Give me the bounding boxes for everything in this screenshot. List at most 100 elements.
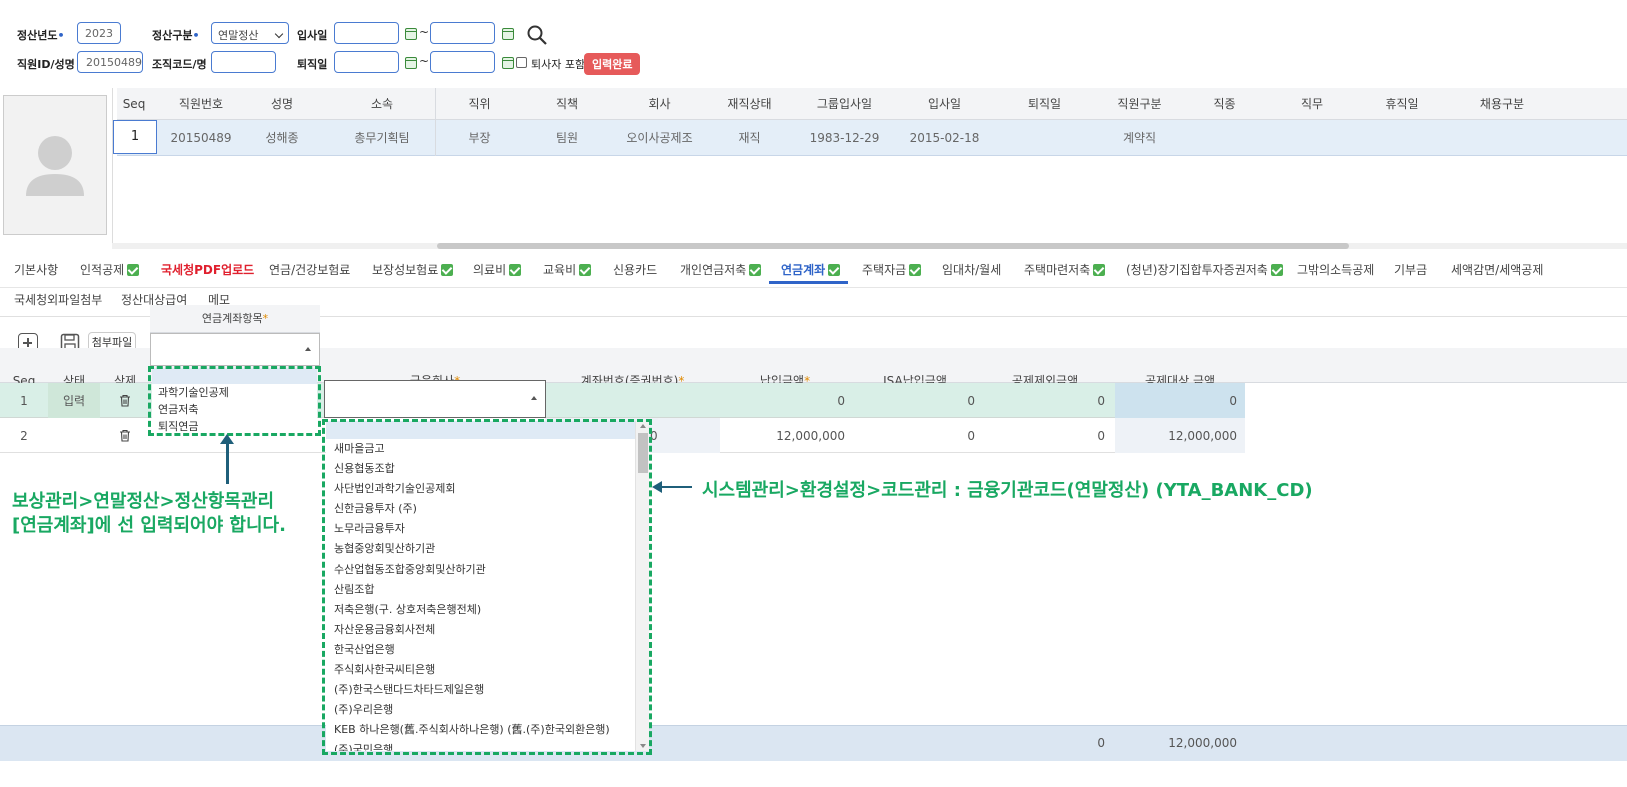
tab-label: (청년)장기집합투자증권저축	[1126, 263, 1268, 277]
tab-item[interactable]: 보장성보험료	[372, 261, 454, 278]
emp-cell: 재직	[738, 131, 761, 145]
tab-item[interactable]: 주택자금	[862, 261, 922, 278]
footer-target: 12,000,000	[1168, 736, 1237, 750]
emp-input[interactable]: 20150489	[77, 51, 143, 73]
tab-item[interactable]: 세액감면/세액공제	[1451, 261, 1543, 278]
tab-label: 주택마련저축	[1024, 263, 1091, 277]
tab-label: 개인연금저축	[680, 263, 747, 277]
search-icon[interactable]	[526, 24, 548, 46]
annotation-right: 시스템관리>환경설정>코드관리 : 금융기관코드(연말정산) (YTA_BANK…	[702, 480, 1313, 501]
check-icon	[749, 264, 762, 276]
org-label: 조직코드/명	[152, 58, 207, 71]
annotation-arrow-line	[226, 438, 229, 484]
tab-item[interactable]: 연금/건강보험료	[269, 261, 350, 278]
tab-item[interactable]: (청년)장기집합투자증권저축	[1126, 261, 1283, 278]
emp-col-header: 채용구분	[1479, 97, 1525, 111]
leave-to-input[interactable]	[430, 51, 495, 73]
tab-item[interactable]: 그밖의소득공제	[1297, 261, 1374, 278]
chevron-down-icon	[274, 29, 284, 39]
trash-icon[interactable]	[119, 394, 131, 407]
annotation-left-line1: 보상관리>연말정산>정산항목관리	[12, 491, 275, 512]
org-input[interactable]	[211, 51, 276, 73]
emp-col-header: 휴직일	[1385, 97, 1419, 111]
tab-label: 기부금	[1394, 263, 1428, 277]
tab-item[interactable]: 국세청PDF업로드	[161, 261, 254, 278]
emp-col-header: 직책	[555, 97, 579, 111]
trash-icon[interactable]	[119, 429, 131, 442]
scrollbar-thumb[interactable]	[437, 243, 1349, 249]
row-status: 입력	[62, 394, 86, 408]
tab-item[interactable]: 의료비	[473, 261, 522, 278]
emp-cell: 1983-12-29	[809, 131, 880, 145]
row-amount: 0	[837, 394, 845, 408]
emp-col-header: 직무	[1300, 97, 1324, 111]
calendar-icon[interactable]	[502, 28, 514, 40]
emp-label: 직원ID/성명	[17, 58, 75, 71]
check-icon	[127, 264, 140, 276]
year-input[interactable]: 2023	[77, 22, 121, 44]
hire-to-input[interactable]	[430, 22, 495, 44]
row-seq: 1	[20, 394, 28, 408]
tab-item[interactable]: 국세청외파일첨부	[14, 291, 102, 308]
tab-item[interactable]: 연금계좌	[781, 261, 841, 278]
item-select[interactable]	[150, 333, 320, 366]
emp-col-header: 직원구분	[1117, 97, 1162, 111]
emp-col-header: 그룹입사일	[816, 97, 873, 111]
range-tilde: ~	[419, 25, 430, 39]
emp-col-header: 직원번호	[178, 97, 224, 111]
tab-label: 연금/건강보험료	[269, 263, 351, 277]
tab-item[interactable]: 주택마련저축	[1024, 261, 1106, 278]
tab-item[interactable]: 기부금	[1394, 261, 1427, 278]
tab-item[interactable]: 기본사항	[14, 261, 58, 278]
hire-from-input[interactable]	[334, 22, 399, 44]
tab-label: 의료비	[473, 263, 507, 277]
emp-col-header: 퇴직일	[1027, 97, 1062, 111]
tab-item[interactable]: 인적공제	[80, 261, 140, 278]
bank-select[interactable]	[324, 380, 546, 418]
row-seq: 2	[20, 429, 28, 443]
emp-col-header: 소속	[370, 97, 394, 111]
annotation-arrow-head	[220, 434, 234, 444]
tab-label: 교육비	[543, 263, 577, 277]
tab-item[interactable]: 개인연금저축	[680, 261, 762, 278]
bank-highlight-box	[322, 419, 652, 755]
calendar-icon[interactable]	[502, 57, 514, 69]
check-icon	[1270, 264, 1283, 276]
leave-from-input[interactable]	[334, 51, 399, 73]
emp-cell	[1447, 120, 1557, 156]
tab-label: 신용카드	[613, 263, 658, 277]
emp-cell	[1267, 120, 1357, 156]
tab-label: 연금계좌	[781, 263, 826, 277]
tab-label: 국세청PDF업로드	[161, 263, 255, 277]
include-retired-checkbox[interactable]	[516, 57, 527, 68]
item-highlight-box	[148, 366, 321, 436]
calendar-icon[interactable]	[405, 28, 417, 40]
emp-cell: 2015-02-18	[909, 131, 980, 145]
employee-grid-row[interactable]: 1 20150489 성해종 총무기획팀 부장 팀원 오이사공제조 재직 1983-12-29 2…	[113, 120, 1627, 156]
tab-item[interactable]: 신용카드	[613, 261, 657, 278]
plus-icon-v	[27, 338, 29, 347]
calendar-icon[interactable]	[405, 57, 417, 69]
employee-grid-header: Seq 직원번호 성명 소속 직위 직책 회사 재직상태 그룹입사일 입사일 퇴직일 직원구분 직종 직무…	[117, 88, 1627, 120]
horizontal-scrollbar[interactable]	[112, 243, 1627, 249]
leave-label: 퇴직일	[297, 58, 328, 71]
emp-row-seq: 1	[113, 120, 157, 154]
include-retired-label: 퇴사자 포함	[531, 58, 586, 71]
emp-cell: 20150489	[170, 131, 232, 145]
type-select[interactable]: 연말정산	[211, 22, 289, 44]
emp-cell: 팀원	[555, 131, 579, 145]
tab-label: 기본사항	[14, 263, 59, 277]
check-icon	[1093, 264, 1106, 276]
type-select-value: 연말정산	[218, 29, 259, 42]
annotation-left-line2: [연금계좌]에 선 입력되어야 합니다.	[12, 515, 286, 536]
tab-item[interactable]: 임대차/월세	[942, 261, 1001, 278]
tab-divider	[0, 287, 1627, 288]
emp-cell	[1182, 120, 1267, 156]
row-excluded: 0	[1097, 429, 1105, 443]
emp-cell: 계약직	[1122, 131, 1157, 145]
check-icon	[441, 264, 454, 276]
tab-item[interactable]: 교육비	[543, 261, 592, 278]
active-tab-underline	[769, 281, 848, 284]
footer-excluded: 0	[1097, 736, 1105, 750]
annotation-left: 보상관리>연말정산>정산항목관리 [연금계좌]에 선 입력되어야 합니다.	[12, 490, 286, 538]
